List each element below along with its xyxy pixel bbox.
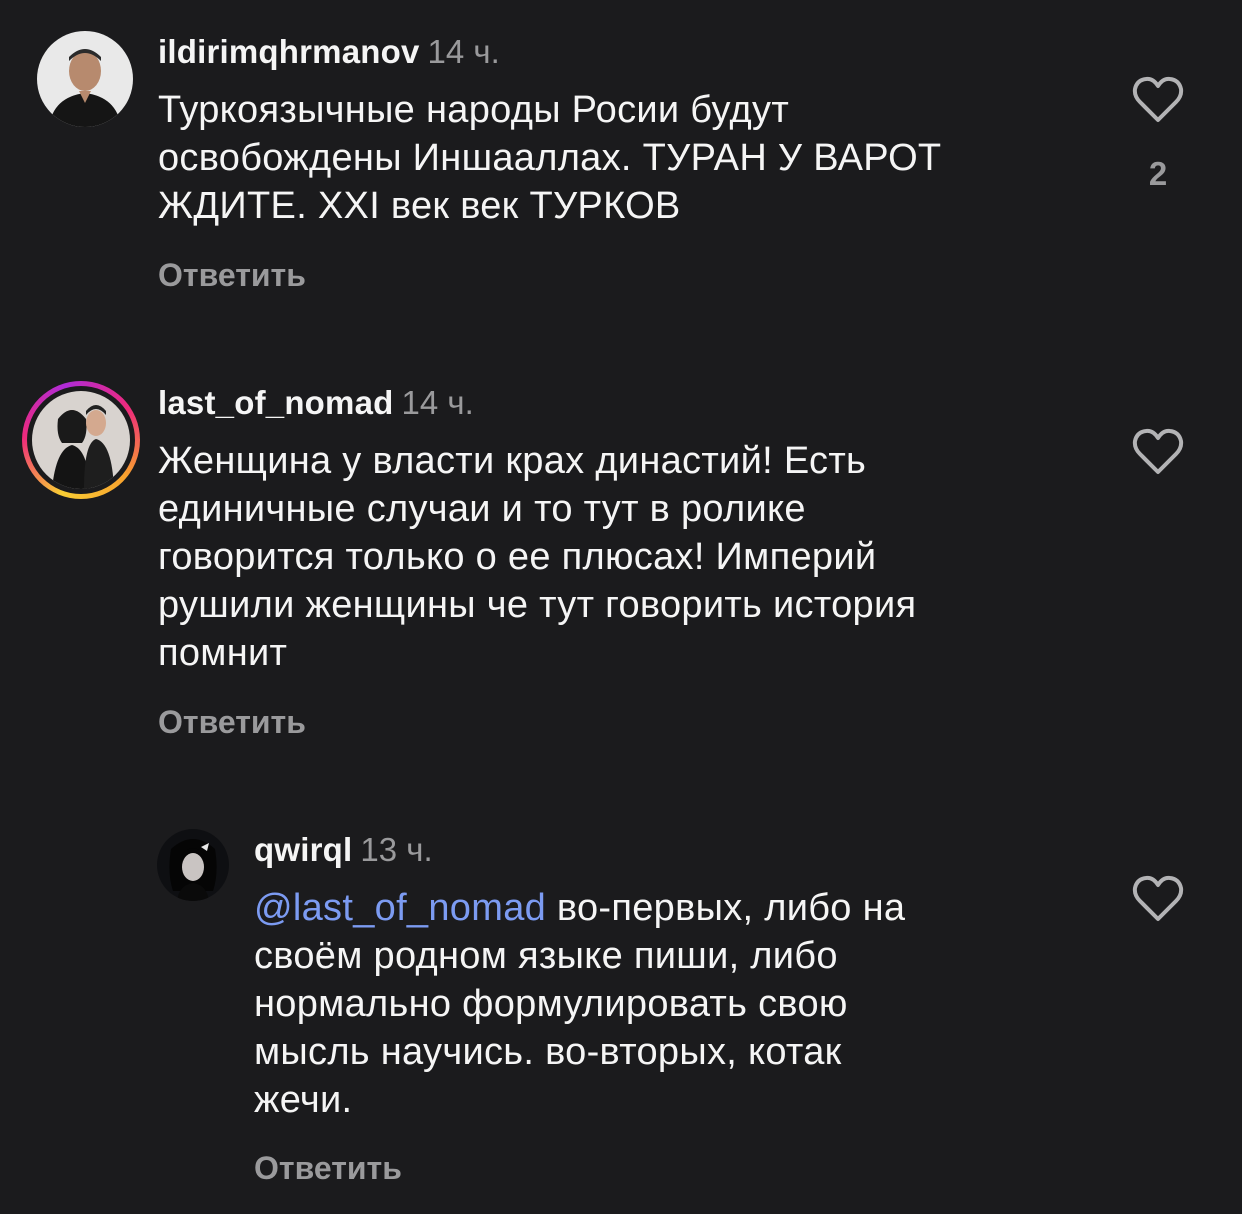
comment-line: помнит: [158, 632, 288, 674]
comment-line: жечи.: [254, 1079, 353, 1121]
reply-button[interactable]: Ответить: [158, 702, 306, 742]
reply-button[interactable]: Ответить: [158, 255, 306, 295]
comment-item: qwirql 13 ч. @last_of_nomad во-первых, ли…: [0, 770, 1242, 1214]
comment-item: ildirimqhrmanov 14 ч. Туркоязычные народы…: [0, 0, 1242, 330]
comment-line: ЖДИТЕ. XXI век век ТУРКОВ: [158, 185, 681, 227]
mention-link[interactable]: @last_of_nomad: [254, 887, 546, 929]
comment-line: Туркоязычные народы Росии будут: [158, 89, 790, 131]
comment-line: Женщина у власти крах династий! Есть: [158, 440, 867, 482]
username[interactable]: ildirimqhrmanov: [158, 33, 420, 70]
timestamp: 13 ч.: [360, 831, 433, 868]
heart-outline-icon[interactable]: [1132, 428, 1184, 476]
comment-item: last_of_nomad 14 ч. Женщина у власти крах…: [0, 330, 1242, 770]
comment-meta: ildirimqhrmanov 14 ч.: [158, 32, 500, 72]
comment-text: Женщина у власти крах династий! Есть еди…: [158, 437, 916, 677]
timestamp: 14 ч.: [427, 33, 500, 70]
reply-button[interactable]: Ответить: [254, 1148, 402, 1188]
username[interactable]: qwirql: [254, 831, 352, 868]
comment-line-rest: во-первых, либо на: [546, 887, 906, 929]
heart-outline-icon[interactable]: [1132, 76, 1184, 124]
comment-line: нормально формулировать свою: [254, 983, 848, 1025]
avatar[interactable]: [157, 829, 229, 901]
comment-line: мысль научись. во-вторых, котак: [254, 1031, 842, 1073]
comment-line: рушили женщины че тут говорить история: [158, 584, 917, 626]
comment-text: Туркоязычные народы Росии будут освобожд…: [158, 86, 941, 230]
timestamp: 14 ч.: [401, 384, 474, 421]
story-ring[interactable]: [22, 381, 140, 499]
heart-outline-icon[interactable]: [1132, 875, 1184, 923]
avatar[interactable]: [37, 31, 133, 127]
username[interactable]: last_of_nomad: [158, 384, 394, 421]
avatar: [32, 391, 130, 489]
comment-line: единичные случаи и то тут в ролике: [158, 488, 806, 530]
comment-line: своём родном языке пиши, либо: [254, 935, 838, 977]
comment-line: @last_of_nomad во-первых, либо на: [254, 884, 905, 932]
like-count: 2: [1148, 155, 1168, 192]
comment-meta: last_of_nomad 14 ч.: [158, 383, 474, 423]
comments-screen: ildirimqhrmanov 14 ч. Туркоязычные народы…: [0, 0, 1242, 1214]
comment-meta: qwirql 13 ч.: [254, 830, 433, 870]
comment-text: @last_of_nomad во-первых, либо на своём …: [254, 884, 905, 1124]
comment-line: освобождены Иншааллах. ТУРАН У ВАРОТ: [158, 137, 942, 179]
comment-line: говорится только о ее плюсах! Империй: [158, 536, 877, 578]
